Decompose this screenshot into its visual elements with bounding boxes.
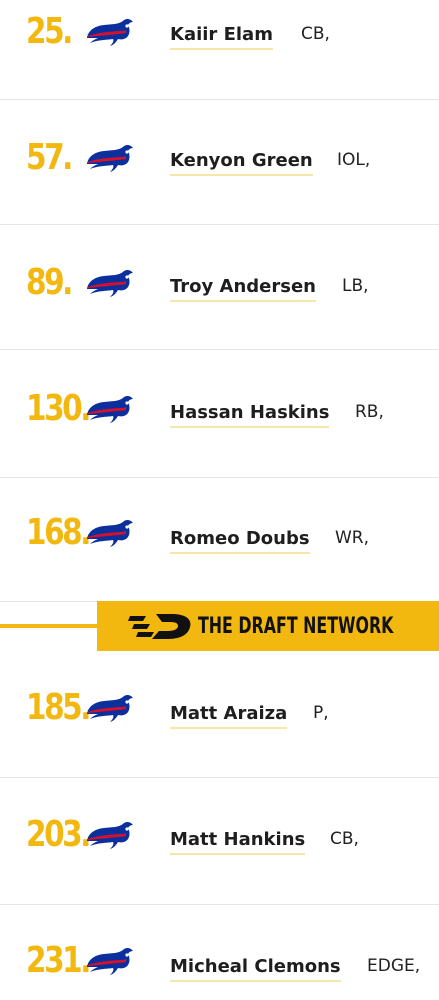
brand-divider-line <box>0 624 110 628</box>
player-position: CB, <box>330 829 359 849</box>
player-position: WR, <box>335 528 370 548</box>
draft-pick-row: 25. Kaiir Elam CB, <box>0 0 439 100</box>
player-position: IOL, <box>337 150 371 170</box>
player-position: LB, <box>342 276 369 296</box>
player-name-link[interactable]: Romeo Doubs <box>170 530 310 554</box>
pick-number: 89. <box>26 262 73 303</box>
buffalo-bills-logo-icon <box>84 945 134 977</box>
draft-network-wordmark: THE DRAFT NETWORK <box>198 613 394 639</box>
pick-number: 185. <box>26 687 91 728</box>
player-position: P, <box>313 703 329 723</box>
buffalo-bills-logo-icon <box>84 517 134 549</box>
player-position: EDGE, <box>367 956 421 976</box>
draft-network-banner[interactable]: THE DRAFT NETWORK <box>97 601 439 651</box>
player-name-link[interactable]: Micheal Clemons <box>170 958 341 982</box>
pick-number: 231. <box>26 940 91 981</box>
pick-number: 168. <box>26 512 91 553</box>
player-position: RB, <box>355 402 384 422</box>
buffalo-bills-logo-icon <box>84 16 134 48</box>
draft-pick-row: 168. Romeo Doubs WR, <box>0 478 439 602</box>
buffalo-bills-logo-icon <box>84 142 134 174</box>
buffalo-bills-logo-icon <box>84 819 134 851</box>
draft-pick-row: 130. Hassan Haskins RB, <box>0 350 439 478</box>
draft-pick-row: 89. Troy Andersen LB, <box>0 225 439 350</box>
draft-pick-row: 231. Micheal Clemons EDGE, <box>0 905 439 1000</box>
player-name-link[interactable]: Hassan Haskins <box>170 404 330 428</box>
buffalo-bills-logo-icon <box>84 393 134 425</box>
player-name-link[interactable]: Kaiir Elam <box>170 26 273 50</box>
pick-number: 203. <box>26 814 91 855</box>
draft-pick-row: 185. Matt Araiza P, <box>0 652 439 778</box>
pick-number: 130. <box>26 388 91 429</box>
player-name-link[interactable]: Kenyon Green <box>170 152 313 176</box>
player-name-link[interactable]: Matt Araiza <box>170 705 288 729</box>
player-name-link[interactable]: Troy Andersen <box>170 278 316 302</box>
draft-pick-row: 203. Matt Hankins CB, <box>0 778 439 905</box>
buffalo-bills-logo-icon <box>84 692 134 724</box>
player-position: CB, <box>301 24 330 44</box>
draft-network-logo-icon <box>128 614 191 639</box>
pick-number: 25. <box>26 11 73 52</box>
draft-pick-row: 57. Kenyon Green IOL, <box>0 100 439 225</box>
pick-number: 57. <box>26 137 73 178</box>
player-name-link[interactable]: Matt Hankins <box>170 831 306 855</box>
buffalo-bills-logo-icon <box>84 267 134 299</box>
